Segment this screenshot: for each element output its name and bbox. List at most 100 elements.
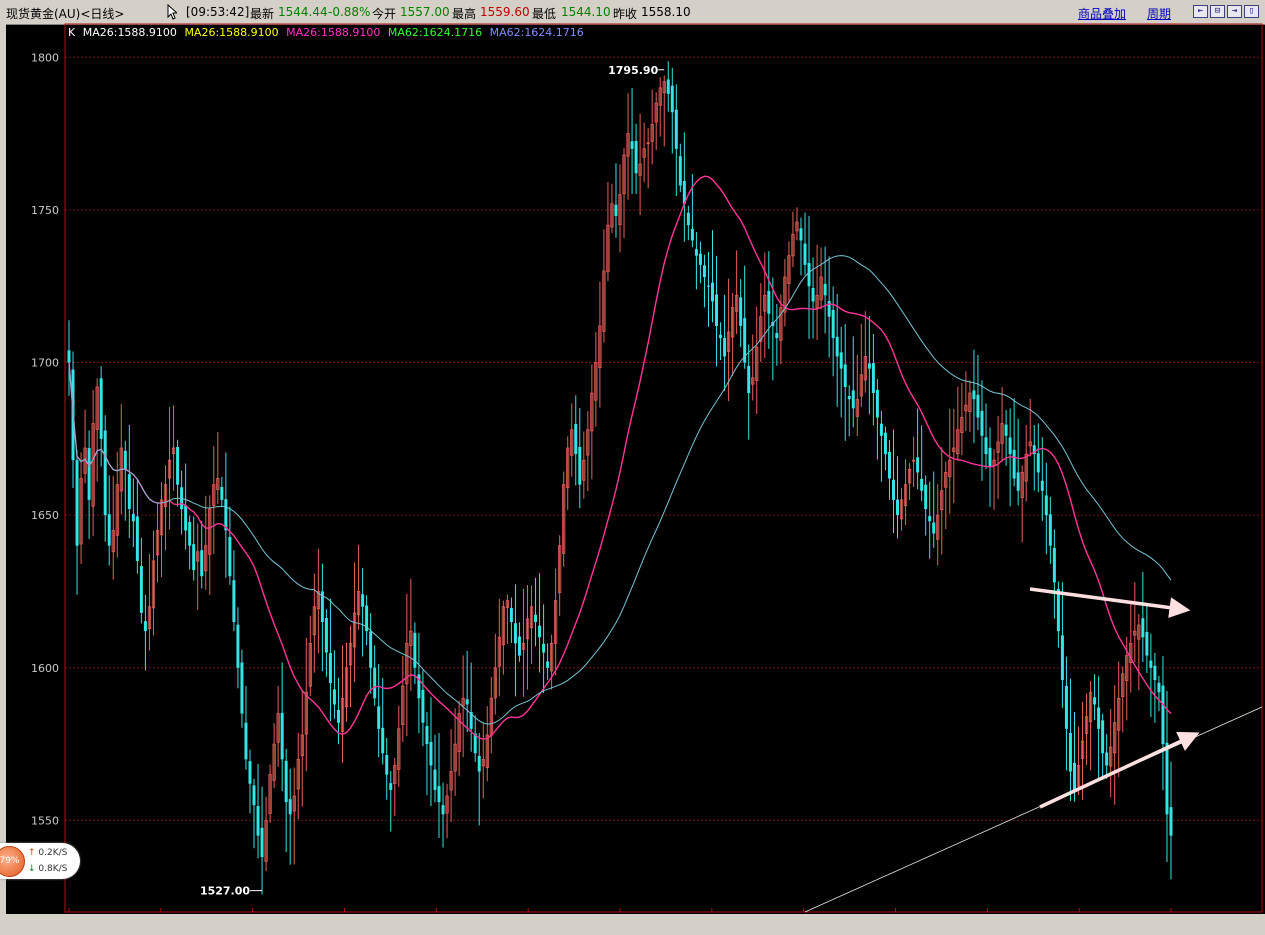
min-price-label: 1527.00 (200, 885, 250, 898)
candle-body (517, 636, 521, 656)
resistance-arrow (1029, 587, 1191, 619)
candle-body (690, 228, 694, 241)
candle-body (1169, 807, 1173, 836)
legend-item-3: MA62:1624.1716 (387, 26, 483, 39)
candle-body (891, 479, 895, 500)
candle-body (425, 726, 429, 745)
candle-body (711, 282, 715, 302)
candle-body (107, 514, 111, 546)
candle-body (433, 769, 437, 790)
candle-body (702, 265, 706, 278)
network-speed-widget[interactable]: 79% ↑ 0.2K/S ↓ 0.8K/S (0, 843, 80, 879)
candle-body (324, 617, 328, 653)
speed-gauge: 79% (0, 846, 25, 877)
candle-body (1097, 707, 1101, 729)
candle-body (835, 336, 839, 357)
candle-body (465, 699, 469, 705)
candle-body (984, 437, 988, 455)
candle-body (477, 755, 481, 772)
candle-body (127, 474, 131, 510)
candle-body (739, 297, 743, 326)
candle-body (437, 786, 441, 803)
candle-body (1161, 685, 1165, 745)
candle-body (807, 262, 811, 287)
candle-body (1004, 424, 1008, 436)
candle-body (361, 594, 365, 607)
candle-body (1141, 618, 1145, 638)
candle-body (1093, 697, 1097, 705)
annotations: 1795.90 1527.00 (200, 64, 1263, 913)
moving-averages (68, 175, 1172, 740)
candle-body (924, 484, 928, 510)
candle-body (232, 580, 236, 622)
candle-body (1048, 514, 1052, 546)
candle-body (1052, 548, 1056, 583)
candle-body (972, 390, 976, 400)
candle-body (634, 140, 638, 174)
candle-body (369, 631, 373, 668)
candle-body (542, 643, 546, 653)
y-tick-label: 1800 (31, 51, 59, 64)
y-tick-label: 1650 (31, 509, 59, 522)
candle-body (67, 350, 71, 363)
legend-item-2: MA26:1588.9100 (286, 26, 381, 39)
legend-prefix: K (68, 26, 76, 39)
candle-body (887, 451, 891, 479)
up-arrow-icon: ↑ (28, 848, 36, 858)
candle-body (1060, 635, 1064, 680)
ma26-line (68, 175, 1172, 740)
candle-body (220, 486, 224, 500)
candle-body (574, 423, 578, 455)
candle-body (131, 513, 135, 522)
candle-body (706, 285, 710, 287)
down-arrow-icon: ↓ (28, 864, 36, 874)
candle-body (546, 661, 550, 668)
candle-body (103, 430, 107, 516)
candle-body (767, 290, 771, 314)
candle-body (256, 806, 260, 836)
candle-body (831, 309, 835, 339)
candle-body (823, 283, 827, 296)
candle-body (1101, 720, 1105, 754)
candle-body (686, 212, 690, 226)
candle-body (200, 550, 204, 577)
candlestick-chart[interactable]: 1550160016501700175018002012030506070809… (0, 0, 1265, 935)
legend-item-4: MA62:1624.1716 (489, 26, 584, 39)
candle-body (429, 741, 433, 766)
candle-body (228, 536, 232, 577)
candle-body (192, 544, 196, 571)
candle-body (715, 294, 719, 326)
candle-body (248, 761, 252, 784)
candle-body (747, 365, 751, 394)
candle-body (1064, 685, 1068, 729)
candle-body (176, 447, 180, 485)
candle-body (698, 253, 702, 265)
candle-body (851, 390, 855, 409)
candle-body (1165, 742, 1169, 815)
candle-body (1036, 453, 1040, 473)
candle-body (1157, 682, 1161, 693)
candle-body (385, 755, 389, 775)
candle-body (87, 448, 91, 500)
candle-body (1068, 732, 1072, 772)
candle-body (867, 363, 871, 369)
axes: 1550160016501700175018002012030506070809… (31, 23, 1263, 928)
candle-body (916, 457, 920, 473)
candle-body (99, 378, 103, 439)
candle-body (143, 621, 147, 632)
candle-body (932, 522, 936, 534)
candle-body (980, 410, 984, 436)
candle-body (328, 653, 332, 684)
candle-body (896, 499, 900, 516)
candle-body (839, 352, 843, 369)
candle-body (670, 85, 674, 113)
candle-body (1008, 437, 1012, 455)
candle-body (988, 447, 992, 467)
candle-body (373, 667, 377, 699)
candle-body (534, 614, 538, 622)
candle-body (1145, 632, 1149, 656)
candle-body (260, 827, 264, 858)
candles (67, 61, 1173, 895)
candle-body (694, 249, 698, 256)
candle-body (252, 785, 256, 806)
